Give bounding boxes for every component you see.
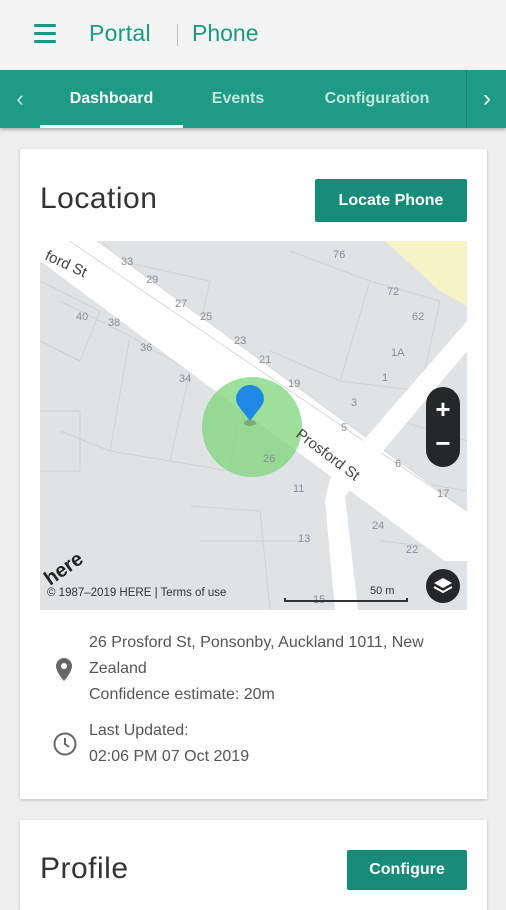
title-separator — [177, 24, 178, 46]
configure-button[interactable]: Configure — [347, 850, 467, 890]
house-number: 6 — [395, 458, 401, 470]
house-number: 23 — [234, 335, 246, 347]
house-number: 25 — [200, 311, 212, 323]
house-number: 27 — [175, 298, 187, 310]
last-updated-label: Last Updated: — [89, 722, 189, 739]
zoom-in-button[interactable]: + — [426, 391, 460, 427]
tab-bar: ‹ Dashboard Events Configuration › — [0, 70, 506, 128]
map-scale-label: 50 m — [370, 585, 395, 597]
zoom-control: + − — [426, 387, 460, 467]
zoom-out-button[interactable]: − — [426, 425, 460, 461]
brand-title: Portal — [89, 20, 151, 46]
map-copyright[interactable]: © 1987–2019 HERE | Terms of use — [47, 587, 226, 599]
house-number: 38 — [108, 317, 120, 329]
house-number: 1 — [382, 372, 388, 384]
house-number: 76 — [333, 249, 345, 261]
house-number: 21 — [259, 354, 271, 366]
chevron-right-icon[interactable]: › — [466, 70, 506, 128]
house-number: 3 — [351, 397, 357, 409]
menu-icon[interactable] — [34, 24, 56, 44]
house-number: 26 — [263, 453, 275, 465]
map-canvas: here ford St Prosford St 33 29 27 25 23 … — [40, 241, 467, 610]
profile-title: Profile — [40, 852, 129, 885]
house-number: 19 — [288, 378, 300, 390]
house-number: 11 — [293, 483, 304, 495]
house-number: 13 — [298, 533, 310, 545]
address-line-1: 26 Prosford St, Ponsonby, Auckland 1011,… — [89, 634, 424, 651]
house-number: 72 — [387, 286, 399, 298]
clock-icon — [53, 732, 77, 756]
confidence-estimate: Confidence estimate: 20m — [89, 686, 275, 703]
location-map[interactable]: here ford St Prosford St 33 29 27 25 23 … — [40, 241, 467, 610]
house-number: 34 — [179, 373, 191, 385]
house-number: 33 — [121, 256, 133, 268]
address-line-2: Zealand — [89, 660, 147, 677]
house-number: 17 — [437, 488, 449, 500]
location-pin-icon — [56, 658, 72, 681]
tab-configuration[interactable]: Configuration — [293, 70, 461, 128]
app-bar: Portal Phone — [0, 0, 506, 70]
locate-phone-button[interactable]: Locate Phone — [315, 179, 467, 222]
house-number: 62 — [412, 311, 424, 323]
last-updated-value: 02:06 PM 07 Oct 2019 — [89, 748, 250, 765]
chevron-left-icon[interactable]: ‹ — [8, 84, 32, 114]
map-scale-bar — [284, 598, 408, 602]
house-number: 5 — [341, 422, 347, 434]
layers-icon — [433, 578, 453, 594]
active-tab-indicator — [40, 125, 183, 128]
location-title: Location — [40, 182, 158, 215]
house-number: 22 — [406, 544, 418, 556]
house-number: 40 — [76, 311, 88, 323]
house-number: 36 — [140, 342, 152, 354]
house-number: 29 — [146, 274, 158, 286]
layers-button[interactable] — [426, 569, 460, 603]
section-title: Phone — [192, 20, 259, 46]
house-number: 1A — [391, 347, 405, 359]
tab-events[interactable]: Events — [183, 70, 293, 128]
here-logo: here — [40, 548, 87, 590]
tab-dashboard[interactable]: Dashboard — [40, 70, 183, 128]
house-number: 24 — [372, 520, 384, 532]
